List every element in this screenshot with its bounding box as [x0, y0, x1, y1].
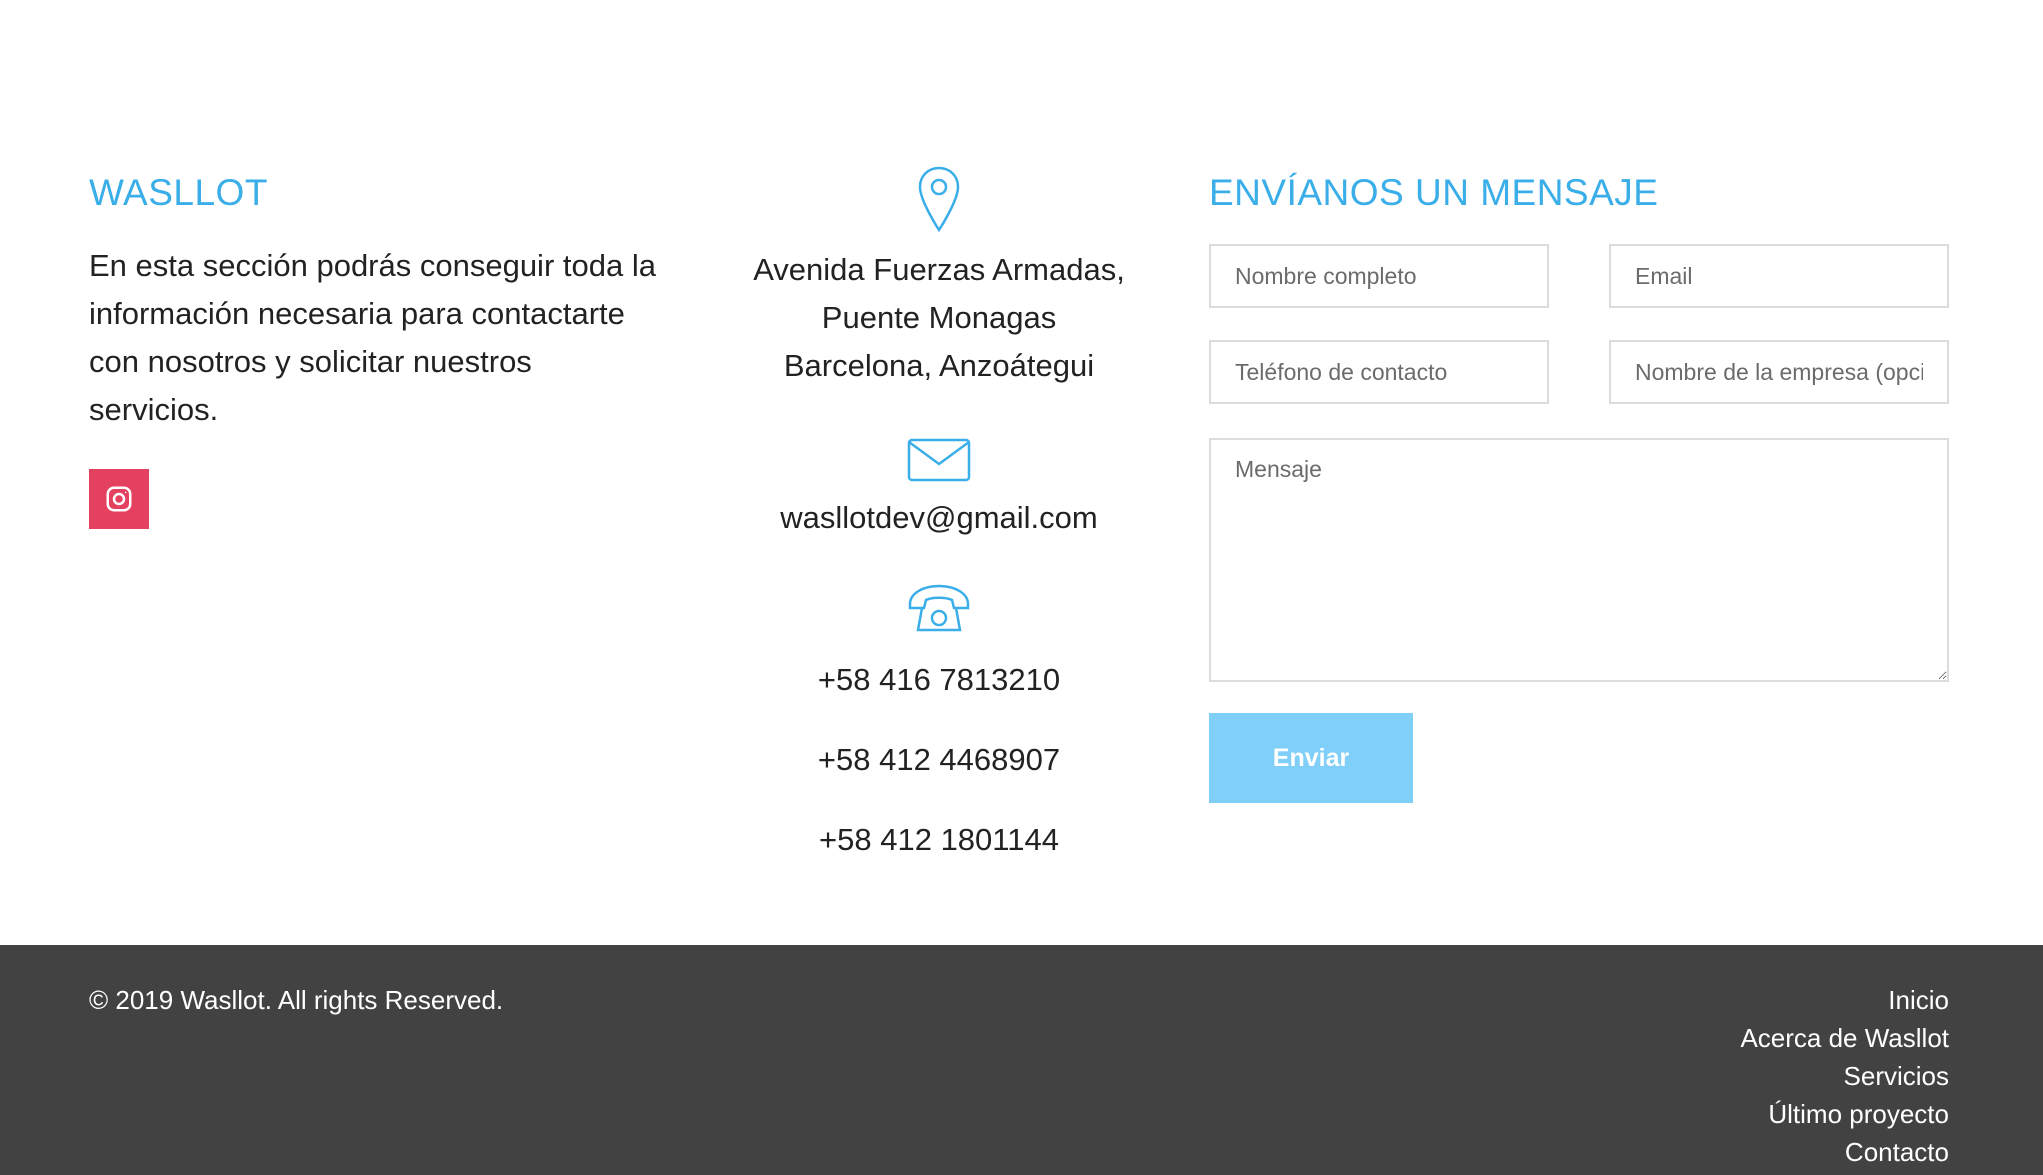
instagram-button[interactable] [89, 469, 149, 529]
contact-section: WASLLOT En esta sección podrás conseguir… [0, 0, 2043, 945]
footer-link-ultimo-proyecto[interactable]: Último proyecto [1768, 1099, 1949, 1129]
address-line: Puente Monagas [821, 300, 1057, 335]
footer-link-servicios[interactable]: Servicios [1844, 1061, 1949, 1091]
envelope-icon [907, 438, 971, 482]
footer-nav-item: Último proyecto [1740, 1095, 1949, 1133]
instagram-icon [106, 486, 132, 512]
message-textarea[interactable] [1209, 438, 1949, 682]
phone-number[interactable]: +58 416 7813210 [689, 656, 1189, 704]
footer-nav-item: Contacto [1740, 1133, 1949, 1171]
footer-nav-item: Servicios [1740, 1057, 1949, 1095]
full-name-input[interactable] [1209, 244, 1549, 308]
company-input[interactable] [1609, 340, 1949, 404]
phone-number[interactable]: +58 412 4468907 [689, 736, 1189, 784]
footer: © 2019 Wasllot. All rights Reserved. Ini… [0, 945, 2043, 1175]
about-description: En esta sección podrás conseguir toda la… [89, 248, 656, 427]
phone-input[interactable] [1209, 340, 1549, 404]
footer-nav-item: Acerca de Wasllot [1740, 1019, 1949, 1057]
send-button[interactable]: Enviar [1209, 713, 1413, 803]
map-pin-icon [918, 166, 960, 232]
footer-nav: Inicio Acerca de Wasllot Servicios Últim… [1740, 981, 1949, 1171]
address-line: Barcelona, Anzoátegui [783, 348, 1095, 383]
form-title: ENVÍANOS UN MENSAJE [1209, 172, 1659, 213]
about-title: WASLLOT [89, 172, 268, 213]
address: Avenida Fuerzas Armadas, Puente Monagas … [689, 246, 1189, 390]
footer-link-acerca[interactable]: Acerca de Wasllot [1740, 1023, 1949, 1053]
email-address[interactable]: wasllotdev@gmail.com [689, 494, 1189, 542]
footer-link-inicio[interactable]: Inicio [1888, 985, 1949, 1015]
contact-info-column: Avenida Fuerzas Armadas, Puente Monagas … [689, 166, 1189, 864]
footer-link-contacto[interactable]: Contacto [1845, 1137, 1949, 1167]
page: WASLLOT En esta sección podrás conseguir… [0, 0, 2043, 1175]
address-line: Avenida Fuerzas Armadas, [753, 252, 1125, 287]
phone-number[interactable]: +58 412 1801144 [689, 816, 1189, 864]
about-column: WASLLOT En esta sección podrás conseguir… [89, 166, 689, 529]
contact-form: ENVÍANOS UN MENSAJE Enviar [1209, 166, 1949, 803]
telephone-icon [908, 584, 970, 632]
copyright-text: © 2019 Wasllot. All rights Reserved. [89, 985, 504, 1015]
email-input[interactable] [1609, 244, 1949, 308]
footer-nav-item: Inicio [1740, 981, 1949, 1019]
